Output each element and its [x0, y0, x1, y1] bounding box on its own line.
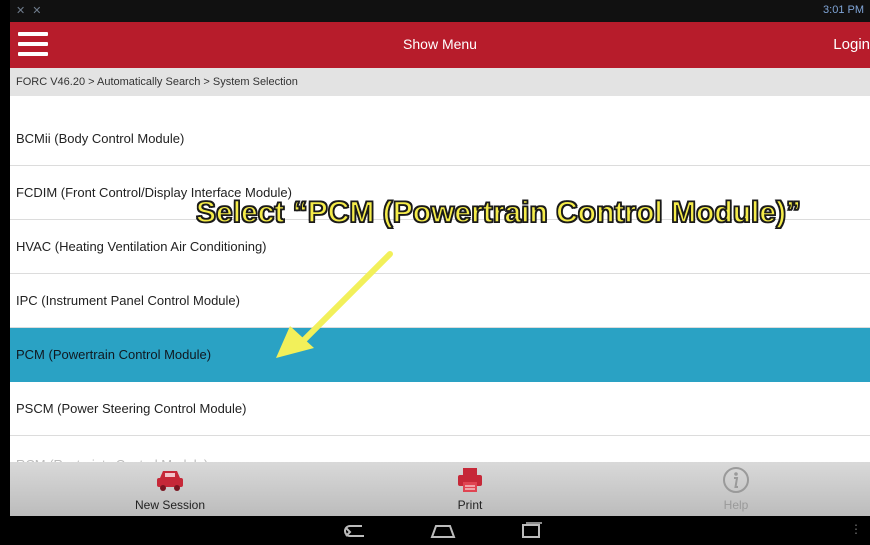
help-button[interactable]: Help — [676, 462, 796, 516]
list-item-label: IPC (Instrument Panel Control Module) — [16, 293, 240, 308]
instruction-annotation: Select “PCM (Powertrain Control Module)” — [195, 195, 802, 230]
car-icon — [157, 471, 183, 491]
new-session-label: New Session — [134, 498, 206, 512]
list-item-bcmii[interactable]: BCMii (Body Control Module) — [10, 112, 870, 166]
back-icon[interactable] — [340, 522, 370, 540]
help-label: Help — [723, 498, 749, 512]
list-item-pcm[interactable]: PCM (Powertrain Control Module) — [10, 328, 870, 382]
print-label: Print — [457, 498, 483, 512]
info-icon — [723, 467, 749, 493]
overflow-menu-icon[interactable]: ⋮ — [850, 522, 862, 536]
bottom-toolbar: New Session Print Help — [10, 462, 870, 516]
list-item-label: PSCM (Power Steering Control Module) — [16, 401, 247, 416]
page-title: Show Menu — [403, 36, 477, 52]
breadcrumb: FORC V46.20 > Automatically Search > Sys… — [10, 68, 870, 96]
list-item-pscm[interactable]: PSCM (Power Steering Control Module) — [10, 382, 870, 436]
home-icon[interactable] — [428, 522, 458, 540]
list-item-ipc[interactable]: IPC (Instrument Panel Control Module) — [10, 274, 870, 328]
printer-icon — [458, 468, 482, 492]
recent-apps-icon[interactable] — [516, 522, 546, 540]
list-item-label: BCMii (Body Control Module) — [16, 131, 185, 146]
app-window: ✕ ✕ 3:01 PM Show Menu Login FORC V46.20 … — [10, 0, 870, 545]
app-header: Show Menu Login — [10, 22, 870, 68]
new-session-button[interactable]: New Session — [110, 462, 230, 516]
notification-icons: ✕ ✕ — [16, 5, 44, 17]
clock: 3:01 PM — [823, 4, 864, 16]
print-button[interactable]: Print — [410, 462, 530, 516]
list-item-label: PCM (Powertrain Control Module) — [16, 347, 212, 362]
list-item-label: HVAC (Heating Ventilation Air Conditioni… — [16, 239, 267, 254]
pointer-arrow-icon — [276, 251, 393, 358]
login-button[interactable]: Login — [833, 36, 870, 53]
android-nav-bar: ⋮ — [10, 516, 870, 545]
status-bar: ✕ ✕ 3:01 PM — [10, 0, 870, 22]
system-list: BCMii (Body Control Module) FCDIM (Front… — [10, 112, 870, 466]
